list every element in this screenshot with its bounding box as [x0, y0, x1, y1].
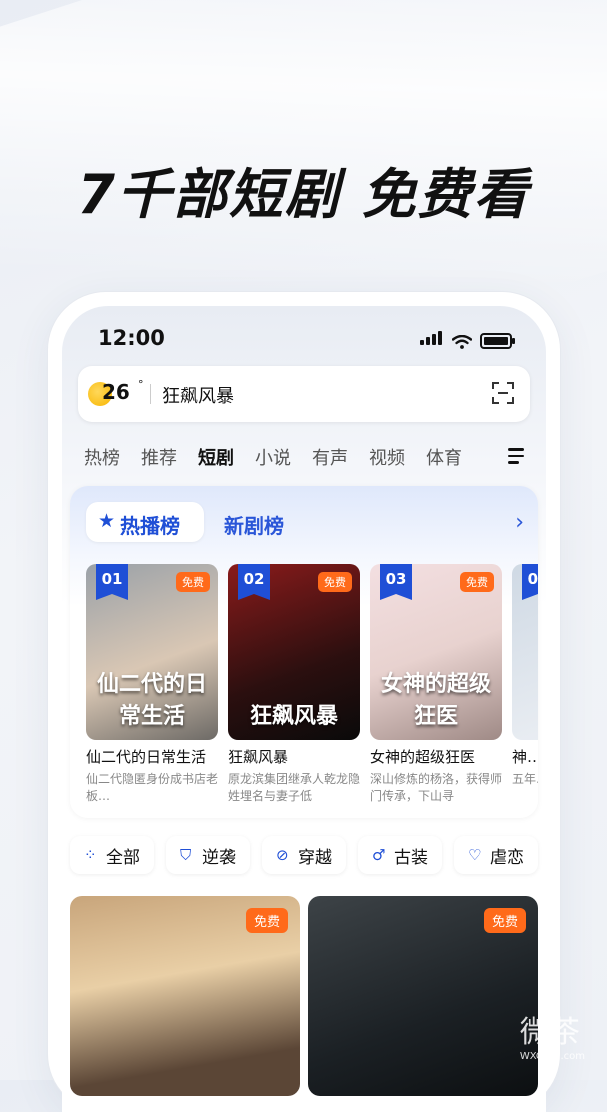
chip-label: 穿越: [298, 847, 332, 868]
drama-feed: 免费 免费: [70, 896, 546, 1096]
degree-symbol: °: [138, 378, 144, 391]
watermark: 微茶 WXCHA .com: [520, 1007, 585, 1062]
rank-number: 01: [96, 564, 128, 600]
signal-icon: [420, 330, 444, 349]
chevron-right-icon[interactable]: ›: [515, 510, 524, 535]
free-badge: 免费: [245, 908, 288, 933]
watermark-sub: WXCHA .com: [519, 1051, 585, 1062]
drama-title[interactable]: 仙二代的日常生活: [86, 746, 218, 767]
feed-card[interactable]: 免费: [308, 896, 538, 1096]
tab-new-drama-rank[interactable]: 新剧榜: [224, 510, 284, 539]
drama-poster[interactable]: 01 免费 仙二代的日常生活: [86, 564, 218, 740]
chip-all[interactable]: ⁘ 全部: [70, 836, 154, 874]
free-badge: 免费: [318, 572, 352, 592]
menu-icon[interactable]: [508, 448, 524, 468]
watermark-text: 微茶: [519, 1015, 580, 1050]
scan-icon[interactable]: [492, 382, 514, 404]
fan-icon: ♂: [372, 846, 386, 864]
drama-description: 原龙滨集团继承人乾龙隐姓埋名与妻子低: [228, 772, 360, 803]
phone-frame: 12:00 26 ° 狂飙风暴 热榜 推荐 短剧 小说 有声 视频 体育 ★ 热…: [48, 292, 560, 1112]
category-chips: ⁘ 全部 ⛉ 逆袭 ⊘ 穿越 ♂ 古装 ♡ 虐恋: [70, 836, 546, 874]
rank-item[interactable]: 01 免费 仙二代的日常生活 仙二代的日常生活 仙二代隐匿身份成书店老板…: [86, 564, 218, 804]
rank-item[interactable]: 03 免费 女神的超级狂医 女神的超级狂医 深山修炼的杨洛，获得师门传承，下山寻: [370, 564, 502, 804]
drama-description: 五年…救命…: [512, 772, 538, 786]
tab-audio[interactable]: 有声: [312, 444, 348, 470]
poster-title: 女神的超级狂医: [380, 672, 491, 729]
feed-card[interactable]: 免费: [70, 896, 300, 1096]
status-time: 12:00: [98, 326, 165, 350]
drama-poster[interactable]: 02 免费 狂飙风暴: [228, 564, 360, 740]
star-icon: ★: [98, 510, 116, 532]
wifi-icon: [452, 335, 472, 349]
tab-recommend[interactable]: 推荐: [141, 444, 177, 470]
drama-poster[interactable]: 03 免费 女神的超级狂医: [370, 564, 502, 740]
rank-list: 01 免费 仙二代的日常生活 仙二代的日常生活 仙二代隐匿身份成书店老板… 02…: [86, 564, 538, 804]
promo-headline: 7千部短剧 免费看: [77, 163, 530, 226]
chip-label: 古装: [394, 847, 428, 868]
rank-item[interactable]: 02 免费 狂飙风暴 狂飙风暴 原龙滨集团继承人乾龙隐姓埋名与妻子低: [228, 564, 360, 804]
heart-icon: ♡: [468, 846, 482, 864]
tab-video[interactable]: 视频: [369, 444, 405, 470]
weather-temperature: 26: [102, 380, 130, 404]
poster-title: 狂飙风暴: [249, 704, 338, 729]
battery-icon: [480, 333, 515, 349]
drama-description: 仙二代隐匿身份成书店老板…: [86, 772, 218, 803]
leaf-icon: ⊘: [276, 846, 289, 864]
tab-sports[interactable]: 体育: [426, 444, 462, 470]
poster-title: 仙二代的日常生活: [96, 672, 207, 729]
chip-comeback[interactable]: ⛉ 逆袭: [166, 836, 250, 874]
drama-title[interactable]: 神…: [512, 746, 538, 767]
rank-number: 04: [522, 564, 538, 600]
hot-play-rank-label: 热播榜: [120, 514, 180, 538]
tab-novel[interactable]: 小说: [255, 444, 291, 470]
phone-screen: 12:00 26 ° 狂飙风暴 热榜 推荐 短剧 小说 有声 视频 体育 ★ 热…: [62, 306, 546, 1112]
status-icons: [420, 330, 515, 349]
free-badge: 免费: [483, 908, 526, 933]
status-bar: 12:00: [62, 320, 546, 356]
tab-short-drama[interactable]: 短剧: [198, 444, 234, 470]
search-query[interactable]: 狂飙风暴: [162, 382, 234, 408]
rank-number: 03: [380, 564, 412, 600]
free-badge: 免费: [176, 572, 210, 592]
grid-icon: ⁘: [84, 846, 97, 864]
drama-title[interactable]: 狂飙风暴: [228, 746, 360, 767]
chip-label: 虐恋: [490, 847, 524, 868]
tab-hot-play-rank[interactable]: ★ 热播榜: [86, 502, 204, 542]
channel-tabs: 热榜 推荐 短剧 小说 有声 视频 体育: [84, 444, 530, 470]
chip-romance[interactable]: ♡ 虐恋: [454, 836, 538, 874]
shield-icon: ⛉: [180, 846, 192, 864]
chip-label: 逆袭: [202, 847, 236, 868]
drama-poster[interactable]: 04: [512, 564, 538, 740]
free-badge: 免费: [460, 572, 494, 592]
chip-label: 全部: [106, 847, 140, 868]
rank-item[interactable]: 04 神… 五年…救命…: [512, 564, 538, 804]
rank-number: 02: [238, 564, 270, 600]
search-divider: [150, 384, 151, 404]
tab-hot[interactable]: 热榜: [84, 444, 120, 470]
chip-time-travel[interactable]: ⊘ 穿越: [262, 836, 346, 874]
drama-title[interactable]: 女神的超级狂医: [370, 746, 502, 767]
rank-panel: ★ 热播榜 新剧榜 › 01 免费 仙二代的日常生活 仙二代的日常生活 仙二代隐…: [70, 486, 538, 818]
chip-costume[interactable]: ♂ 古装: [358, 836, 442, 874]
drama-description: 深山修炼的杨洛，获得师门传承，下山寻: [370, 772, 502, 803]
search-bar[interactable]: 26 ° 狂飙风暴: [78, 366, 530, 422]
